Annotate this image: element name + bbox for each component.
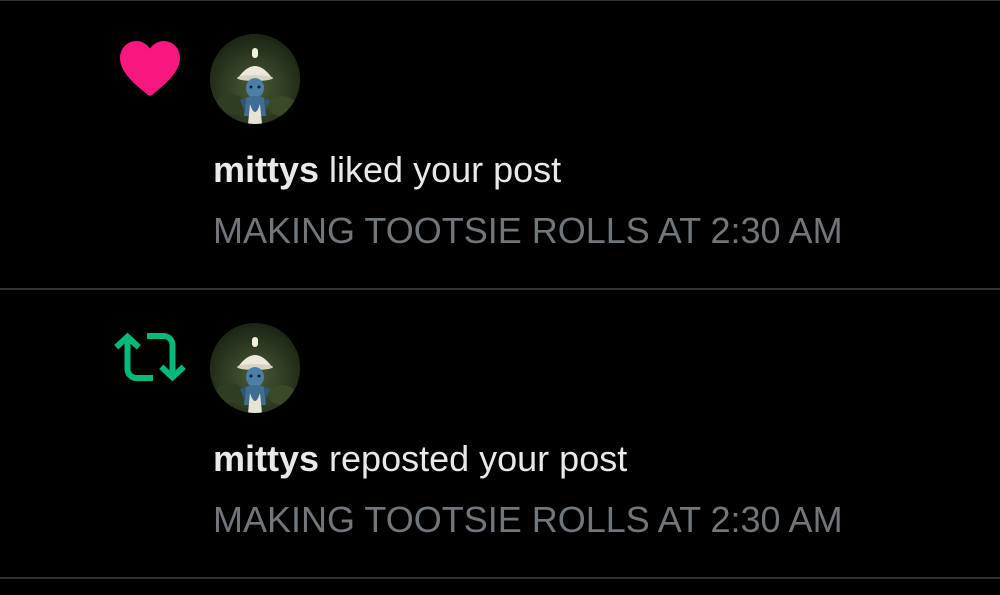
divider (0, 577, 1000, 579)
username-link[interactable]: mittys (213, 149, 319, 190)
notification-repost[interactable]: mittys reposted your post MAKING TOOTSIE… (0, 291, 1000, 579)
top-divider (0, 0, 1000, 1)
action-text: liked your post (319, 149, 562, 190)
notification-like[interactable]: mittys liked your post MAKING TOOTSIE RO… (0, 2, 1000, 290)
post-preview[interactable]: MAKING TOOTSIE ROLLS AT 2:30 AM (213, 209, 843, 253)
notification-text: mittys liked your post (213, 148, 561, 192)
divider (0, 288, 1000, 290)
notification-text: mittys reposted your post (213, 437, 627, 481)
post-preview[interactable]: MAKING TOOTSIE ROLLS AT 2:30 AM (213, 498, 843, 542)
repost-icon (114, 321, 186, 393)
heart-icon (114, 32, 186, 104)
user-avatar[interactable] (210, 323, 300, 413)
user-avatar[interactable] (210, 34, 300, 124)
action-text: reposted your post (319, 438, 628, 479)
username-link[interactable]: mittys (213, 438, 319, 479)
